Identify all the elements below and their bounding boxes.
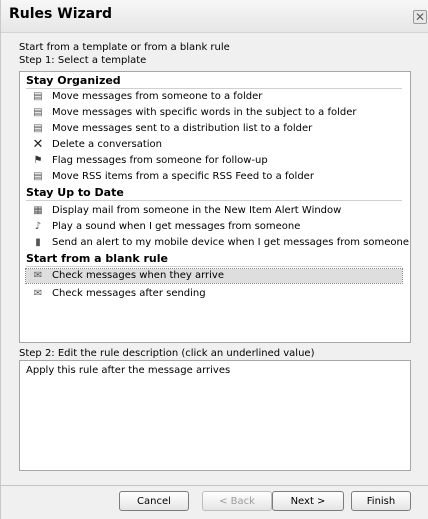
delete-icon: ✕ [32,137,44,152]
template-item-move-from-someone[interactable]: ▤ Move messages from someone to a folder [26,90,402,104]
template-item-new-item-alert[interactable]: ▦ Display mail from someone in the New I… [26,204,402,218]
close-icon[interactable]: ✕ [413,10,427,24]
cancel-button[interactable]: Cancel [119,491,189,511]
folder-move-icon: ▤ [33,91,43,102]
step2-label: Step 2: Edit the rule description (click… [19,348,315,359]
finish-button[interactable]: Finish [351,491,411,511]
template-item-flag-follow-up[interactable]: ⚑ Flag messages from someone for follow-… [26,154,402,168]
group-separator [26,200,402,201]
group-separator [26,88,402,89]
folder-move-icon: ▤ [33,171,43,182]
template-list[interactable]: Stay Organized ▤ Move messages from some… [19,71,411,343]
alert-window-icon: ▦ [33,205,43,216]
template-item-move-rss[interactable]: ▤ Move RSS items from a specific RSS Fee… [26,170,402,184]
template-item-move-specific-words[interactable]: ▤ Move messages with specific words in t… [26,106,402,120]
sent-envelope-icon: ✉ [33,288,43,299]
folder-move-icon: ▤ [33,107,43,118]
template-item-play-sound[interactable]: ♪ Play a sound when I get messages from … [26,220,402,234]
group-separator [26,266,402,267]
step1-label: Step 1: Select a template [19,55,147,66]
next-button[interactable]: Next > [272,491,344,511]
button-divider [1,485,428,486]
group-header-stay-organized: Stay Organized [26,74,121,87]
back-button[interactable]: < Back [202,491,272,511]
template-item-delete-conversation[interactable]: ✕ Delete a conversation [26,138,402,152]
envelope-icon: ✉ [33,270,43,281]
flag-icon: ⚑ [33,155,43,166]
mobile-icon: ▮ [35,237,41,248]
group-header-stay-up-to-date: Stay Up to Date [26,186,124,199]
folder-move-icon: ▤ [33,123,43,134]
rules-wizard-window: Rules Wizard ✕ Start from a template or … [0,0,428,519]
title-bar: Rules Wizard ✕ [1,0,428,33]
template-item-move-distribution-list[interactable]: ▤ Move messages sent to a distribution l… [26,122,402,136]
intro-text: Start from a template or from a blank ru… [19,42,230,53]
rule-description-box[interactable]: Apply this rule after the message arrive… [19,360,411,471]
rule-description-text: Apply this rule after the message arrive… [26,365,231,376]
template-item-check-on-arrival[interactable]: ✉ Check messages when they arrive [25,268,403,284]
template-item-mobile-alert[interactable]: ▮ Send an alert to my mobile device when… [26,236,409,250]
group-header-blank-rule: Start from a blank rule [26,252,168,265]
template-item-check-after-sending[interactable]: ✉ Check messages after sending [26,287,402,301]
sound-icon: ♪ [34,221,42,232]
window-title: Rules Wizard [9,6,113,22]
